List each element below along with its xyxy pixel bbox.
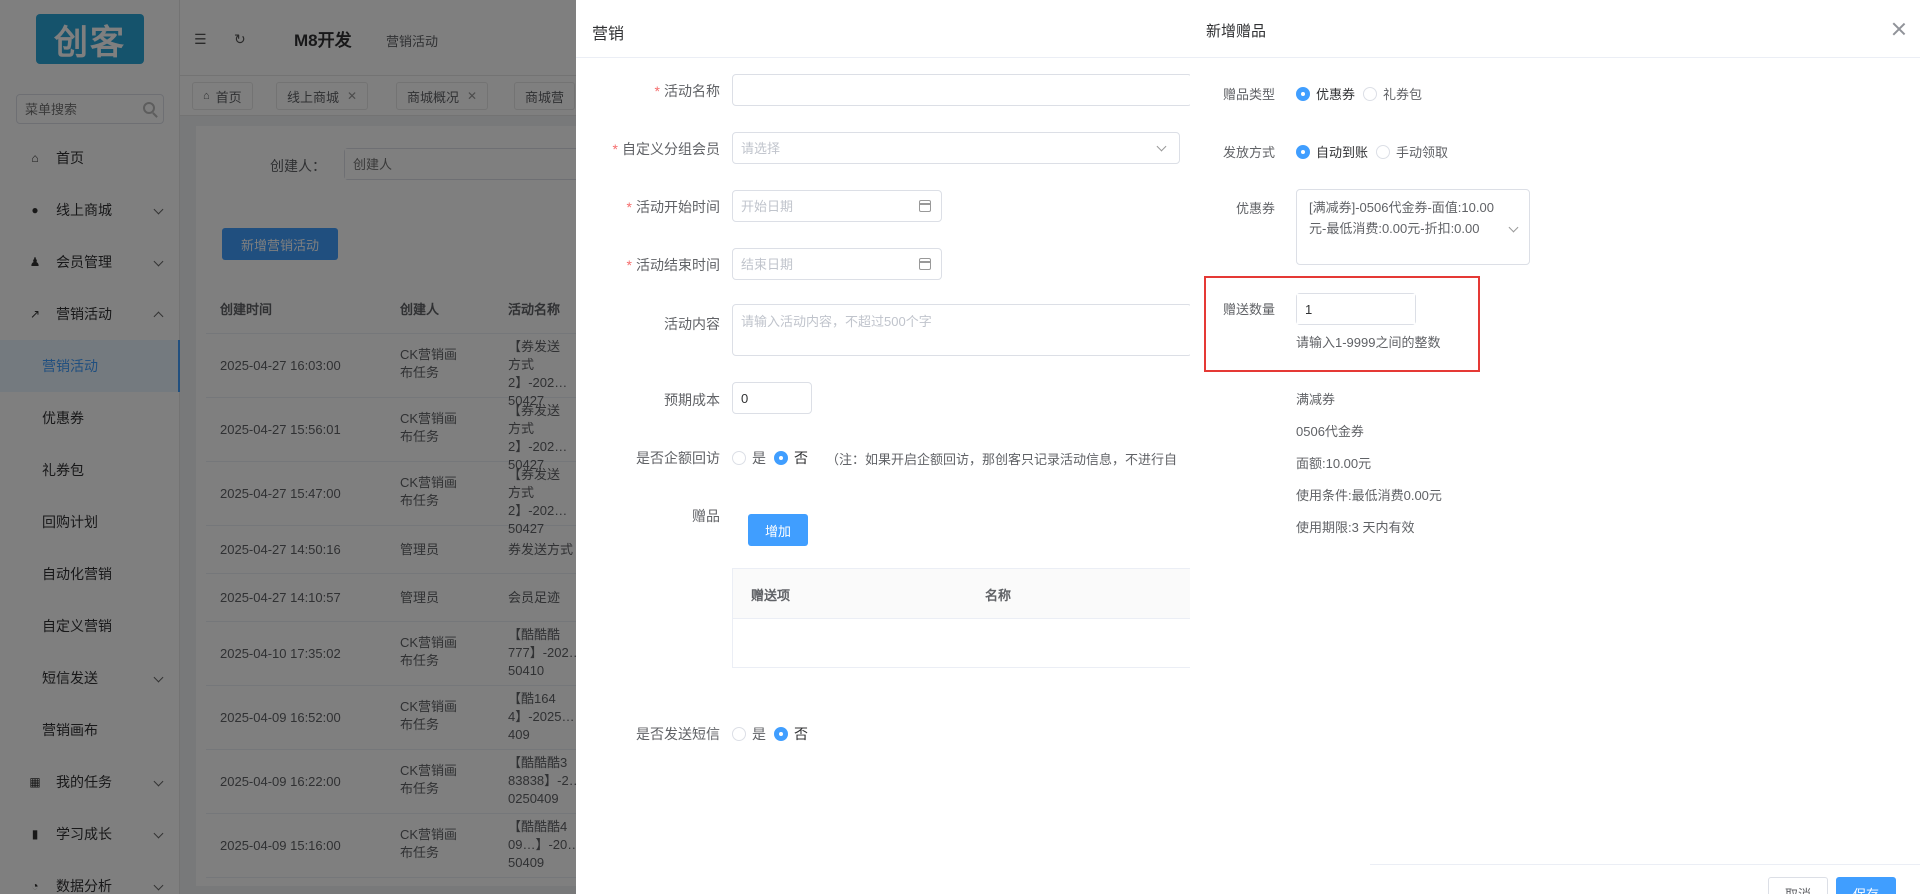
coupon-info-validity: 使用期限:3 天内有效 xyxy=(1296,520,1415,535)
sms-no-radio[interactable]: 否 xyxy=(774,724,808,744)
gift-type-label: 赠品类型 xyxy=(1222,87,1275,102)
cancel-button[interactable]: 取消 xyxy=(1768,877,1828,894)
revisit-note: （注：如果开启企额回访，那创客只记录活动信息，不进行自 xyxy=(826,451,1178,467)
expected-cost-input[interactable] xyxy=(733,383,811,413)
column-header: 名称 xyxy=(985,588,1012,603)
activity-name-input[interactable] xyxy=(733,75,1190,105)
gift-type-radio-group: 优惠券 礼券包 xyxy=(1296,84,1430,103)
radio-dot-checked xyxy=(774,451,788,465)
revisit-radio-group: 是 否 （注：如果开启企额回访，那创客只记录活动信息，不进行自 xyxy=(732,448,1177,468)
calendar-icon xyxy=(919,200,931,212)
start-date-input[interactable] xyxy=(733,191,941,221)
expected-cost-label: 预期成本 xyxy=(664,392,720,408)
coupon-label: 优惠券 xyxy=(1235,201,1275,216)
add-gift-button[interactable]: 增加 xyxy=(748,514,808,546)
calendar-icon xyxy=(919,258,931,270)
gift-label: 赠品 xyxy=(692,508,720,524)
issue-method-radio-group: 自动到账 手动领取 xyxy=(1296,142,1456,161)
revisit-yes-radio[interactable]: 是 xyxy=(732,448,766,468)
drawer-title: 营销 xyxy=(576,0,1190,58)
end-date-picker[interactable] xyxy=(732,248,942,280)
marketing-drawer: 营销 *活动名称 *自定义分组会员 *活动开始时间 *活动结束时间 活动内容 预… xyxy=(576,0,1190,894)
start-date-picker[interactable] xyxy=(732,190,942,222)
issue-auto-radio[interactable]: 自动到账 xyxy=(1296,142,1368,161)
activity-name-field[interactable] xyxy=(732,74,1190,106)
drawer-footer: 取消 保存 xyxy=(1370,864,1920,894)
quantity-field[interactable] xyxy=(1296,293,1416,325)
radio-dot xyxy=(1376,144,1391,159)
gift-table: 赠送项 名称 xyxy=(732,568,1190,668)
content-textarea[interactable] xyxy=(732,304,1190,356)
end-time-label: * 活动结束时间 xyxy=(626,257,720,273)
quantity-hint: 请输入1-9999之间的整数 xyxy=(1296,335,1441,350)
sms-radio-group: 是 否 xyxy=(732,724,816,744)
radio-dot-checked xyxy=(774,727,788,741)
expected-cost-field[interactable] xyxy=(732,382,812,414)
start-time-label: * 活动开始时间 xyxy=(626,199,720,215)
chevron-down-icon xyxy=(1508,222,1519,233)
revisit-label: 是否企额回访 xyxy=(636,450,720,466)
group-member-label: * 自定义分组会员 xyxy=(612,141,720,157)
gift-type-coupon-radio[interactable]: 优惠券 xyxy=(1296,84,1355,103)
radio-dot xyxy=(732,727,746,741)
sms-label: 是否发送短信 xyxy=(636,726,720,742)
coupon-info-name: 0506代金券 xyxy=(1296,424,1364,439)
coupon-info-type: 满减券 xyxy=(1296,392,1336,407)
drawer-header: 新增赠品 xyxy=(1190,0,1920,58)
end-date-input[interactable] xyxy=(733,249,941,279)
gift-type-pack-radio[interactable]: 礼券包 xyxy=(1363,84,1422,103)
radio-dot-checked xyxy=(1296,144,1310,159)
drawer-title: 新增赠品 xyxy=(1206,23,1267,40)
group-member-input[interactable] xyxy=(733,133,1179,163)
coupon-info-amount: 面额:10.00元 xyxy=(1296,456,1372,471)
coupon-select[interactable]: [满减券]-0506代金券-面值:10.00元-最低消费:0.00元-折扣:0.… xyxy=(1296,189,1530,265)
radio-dot xyxy=(732,451,746,465)
radio-dot xyxy=(1363,86,1378,101)
issue-manual-radio[interactable]: 手动领取 xyxy=(1376,142,1448,161)
quantity-input[interactable] xyxy=(1297,294,1415,324)
issue-method-label: 发放方式 xyxy=(1222,145,1275,160)
coupon-info-condition: 使用条件:最低消费0.00元 xyxy=(1296,488,1442,503)
close-icon[interactable] xyxy=(1892,22,1906,36)
coupon-select-value: [满减券]-0506代金券-面值:10.00元-最低消费:0.00元-折扣:0.… xyxy=(1309,200,1494,236)
revisit-no-radio[interactable]: 否 xyxy=(774,448,808,468)
group-member-select[interactable] xyxy=(732,132,1180,164)
quantity-label: 赠送数量 xyxy=(1222,302,1275,317)
activity-name-label: * 活动名称 xyxy=(654,83,720,99)
gift-table-header: 赠送项 名称 xyxy=(733,569,1190,619)
add-gift-drawer: 新增赠品 赠品类型 优惠券 礼券包 发放方式 自动到账 手动领取 优惠券 [满减… xyxy=(1190,0,1920,894)
radio-dot-checked xyxy=(1296,86,1310,101)
save-button[interactable]: 保存 xyxy=(1836,877,1896,894)
column-header: 赠送项 xyxy=(751,588,791,603)
sms-yes-radio[interactable]: 是 xyxy=(732,724,766,744)
content-label: 活动内容 xyxy=(664,316,720,332)
content-input[interactable] xyxy=(733,305,1190,355)
